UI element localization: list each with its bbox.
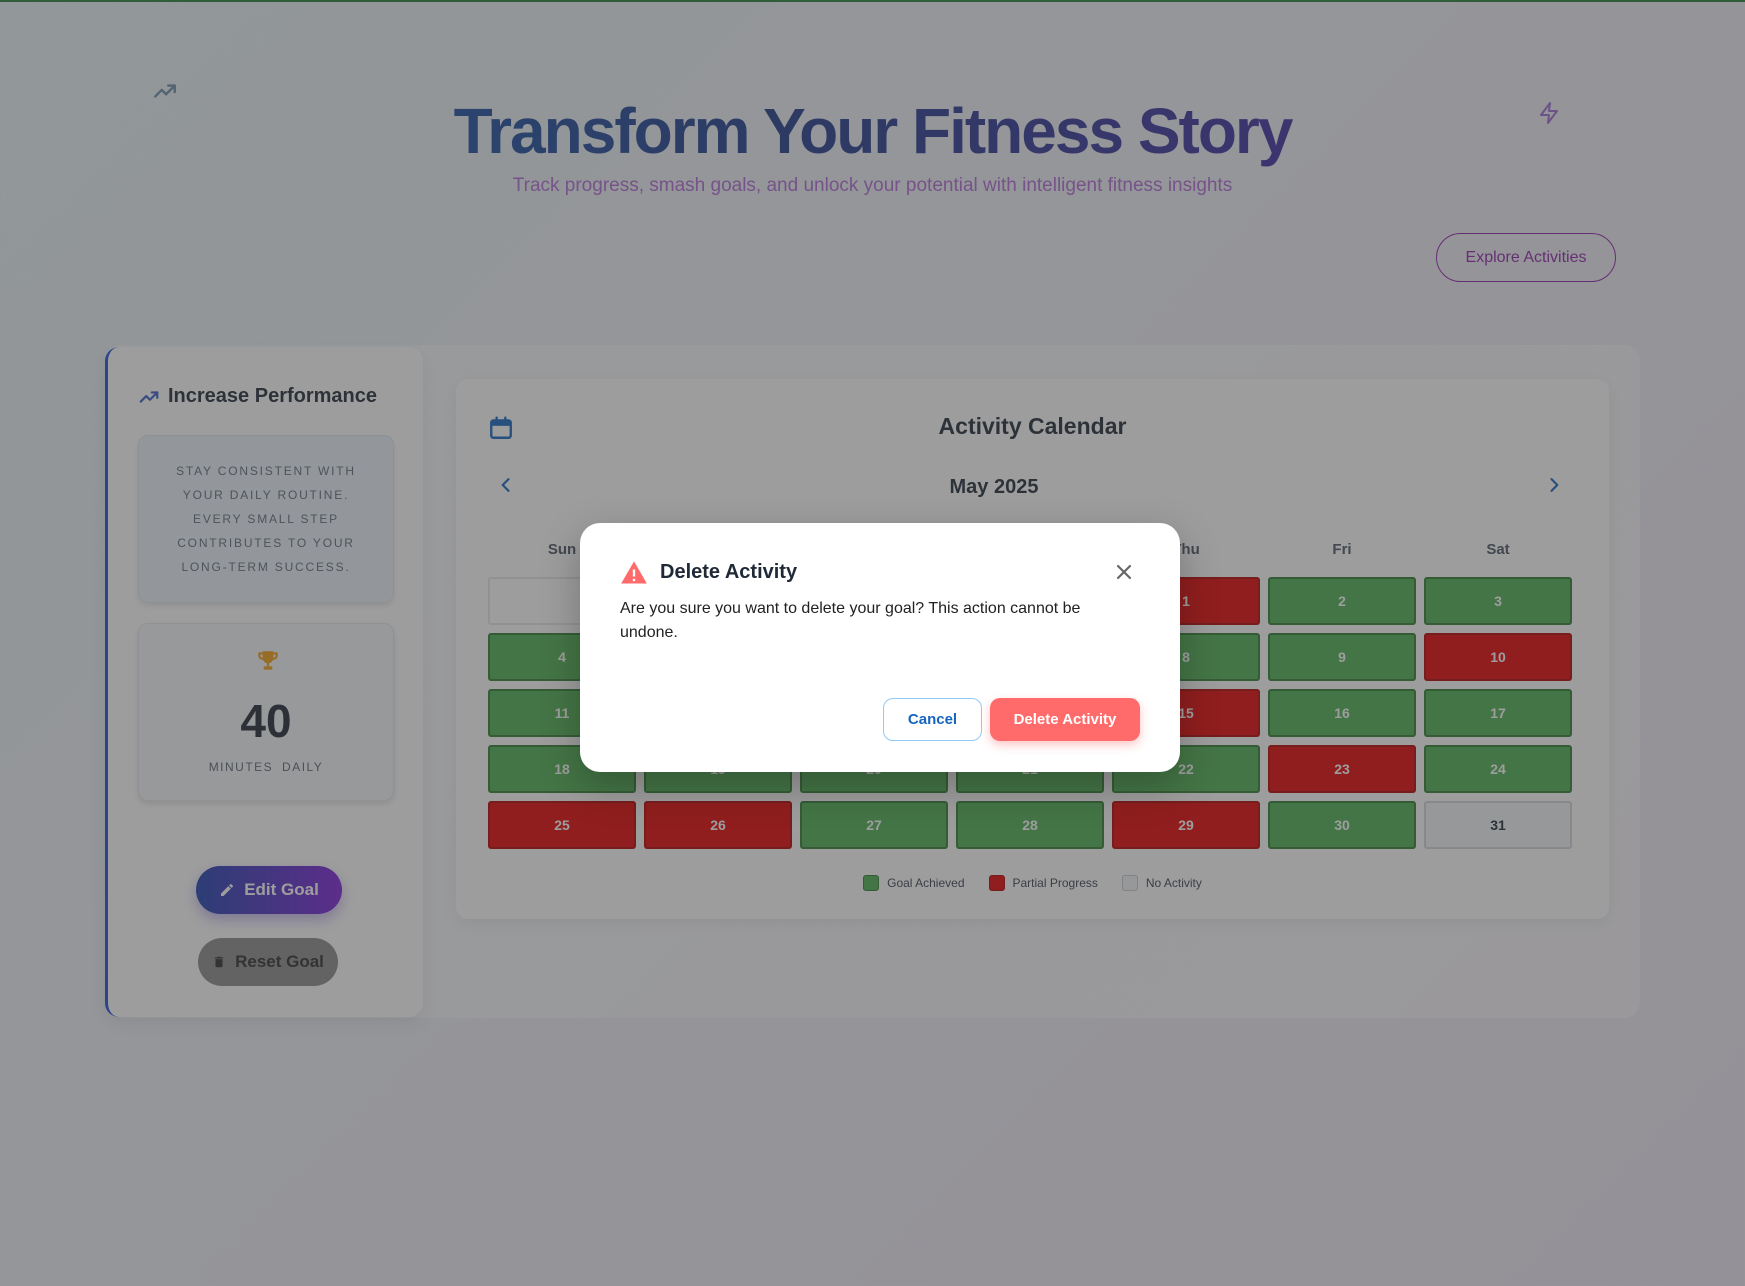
cancel-button[interactable]: Cancel — [883, 698, 982, 741]
confirm-delete-button[interactable]: Delete Activity — [990, 698, 1140, 741]
close-icon[interactable] — [1112, 560, 1136, 584]
warning-icon — [621, 561, 647, 584]
dialog-title: Delete Activity — [660, 561, 798, 583]
dialog-message: Are you sure you want to delete your goa… — [620, 600, 1081, 641]
delete-activity-dialog: Delete Activity Are you sure you want to… — [580, 523, 1180, 772]
